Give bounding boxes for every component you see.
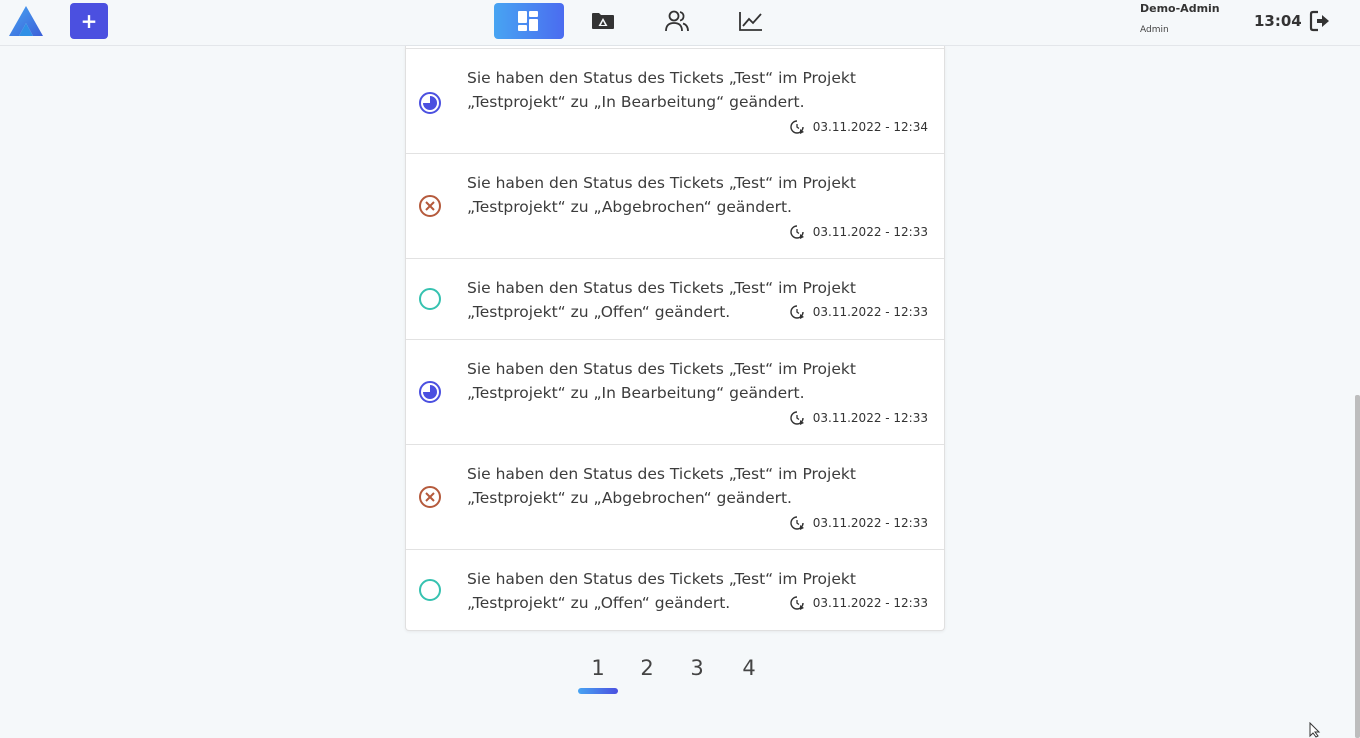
- timestamp-text: 03.11.2022 - 12:33: [812, 411, 928, 425]
- timestamp-text: 03.11.2022 - 12:33: [812, 596, 928, 610]
- activity-timestamp: 03.11.2022 - 12:33: [789, 224, 928, 240]
- activity-item: Sie haben den Status des Tickets „Test“ …: [406, 48, 944, 154]
- history-icon: [790, 596, 804, 610]
- current-page-indicator: [578, 688, 618, 694]
- page-2-button[interactable]: 2: [627, 656, 667, 680]
- activity-item: Sie haben den Status des Tickets „Test“ …: [406, 444, 944, 549]
- clock-progress-icon: [419, 92, 441, 114]
- page-3-button[interactable]: 3: [677, 656, 717, 680]
- history-icon: [790, 411, 804, 425]
- nav-users[interactable]: [642, 3, 712, 39]
- page-1-button[interactable]: 1: [578, 656, 618, 680]
- folder-icon: [592, 13, 614, 29]
- activity-timestamp: 03.11.2022 - 12:33: [789, 515, 928, 531]
- clock: 13:04: [1254, 12, 1302, 30]
- activity-text-line: Sie haben den Status des Tickets „Test“ …: [467, 69, 856, 87]
- history-icon: [790, 225, 804, 239]
- activity-timestamp: 03.11.2022 - 12:33: [789, 410, 928, 426]
- user-role: Admin: [1140, 25, 1169, 35]
- scrollbar[interactable]: [1355, 395, 1360, 738]
- history-icon: [790, 516, 804, 530]
- history-icon: [790, 120, 804, 134]
- activity-text-line: Sie haben den Status des Tickets „Test“ …: [467, 465, 856, 483]
- nav-statistics[interactable]: [716, 3, 786, 39]
- logout-icon[interactable]: [1309, 10, 1331, 32]
- app-logo-icon[interactable]: [8, 5, 44, 37]
- user-name: Demo-Admin: [1140, 2, 1220, 15]
- activity-message: Sie haben den Status des Tickets „Test“ …: [467, 357, 907, 405]
- open-circle-icon: [419, 579, 441, 601]
- pagination: 1 2 3 4: [578, 656, 778, 696]
- activity-item: Sie haben den Status des Tickets „Test“ …: [406, 339, 944, 444]
- activity-text-line: Sie haben den Status des Tickets „Test“ …: [467, 570, 856, 588]
- activity-message: Sie haben den Status des Tickets „Test“ …: [467, 66, 907, 114]
- page-4-button[interactable]: 4: [729, 656, 769, 680]
- history-icon: [790, 305, 804, 319]
- activity-text-line: Sie haben den Status des Tickets „Test“ …: [467, 279, 856, 297]
- activity-text-line: Sie haben den Status des Tickets „Test“ …: [467, 360, 856, 378]
- timestamp-text: 03.11.2022 - 12:33: [812, 516, 928, 530]
- activity-text-line: „Testprojekt“ zu „Abgebrochen“ geändert.: [467, 489, 792, 507]
- activity-timestamp: 03.11.2022 - 12:33: [789, 595, 928, 611]
- nav-projects[interactable]: [568, 3, 638, 39]
- timestamp-text: 03.11.2022 - 12:34: [812, 120, 928, 134]
- cancel-circle-icon: [419, 195, 441, 217]
- activity-item: Sie haben den Status des Tickets „Test“ …: [406, 153, 944, 258]
- top-bar: + Demo-Admin Admin 13:04: [0, 0, 1360, 46]
- chart-line-icon: [739, 12, 762, 31]
- activity-message: Sie haben den Status des Tickets „Test“ …: [467, 171, 907, 219]
- activity-text-line: „Testprojekt“ zu „In Bearbeitung“ geände…: [467, 384, 805, 402]
- timestamp-text: 03.11.2022 - 12:33: [812, 225, 928, 239]
- activity-text-line: Sie haben den Status des Tickets „Test“ …: [467, 174, 856, 192]
- activity-text-line: „Testprojekt“ zu „In Bearbeitung“ geände…: [467, 93, 805, 111]
- activity-list: Sie haben den Status des Tickets „Test“ …: [405, 46, 945, 631]
- activity-text-line: „Testprojekt“ zu „Abgebrochen“ geändert.: [467, 198, 792, 216]
- activity-message: Sie haben den Status des Tickets „Test“ …: [467, 462, 907, 510]
- timestamp-text: 03.11.2022 - 12:33: [812, 305, 928, 319]
- open-circle-icon: [419, 288, 441, 310]
- activity-timestamp: 03.11.2022 - 12:34: [789, 119, 928, 135]
- users-icon: [665, 10, 689, 32]
- nav-dashboard[interactable]: [494, 3, 564, 39]
- activity-item: Sie haben den Status des Tickets „Test“ …: [406, 549, 944, 630]
- activity-item: Sie haben den Status des Tickets „Test“ …: [406, 258, 944, 339]
- cancel-circle-icon: [419, 486, 441, 508]
- dashboard-icon: [518, 11, 538, 31]
- add-button[interactable]: +: [70, 3, 108, 39]
- activity-timestamp: 03.11.2022 - 12:33: [789, 304, 928, 320]
- mouse-cursor-icon: [1309, 722, 1321, 738]
- clock-progress-icon: [419, 381, 441, 403]
